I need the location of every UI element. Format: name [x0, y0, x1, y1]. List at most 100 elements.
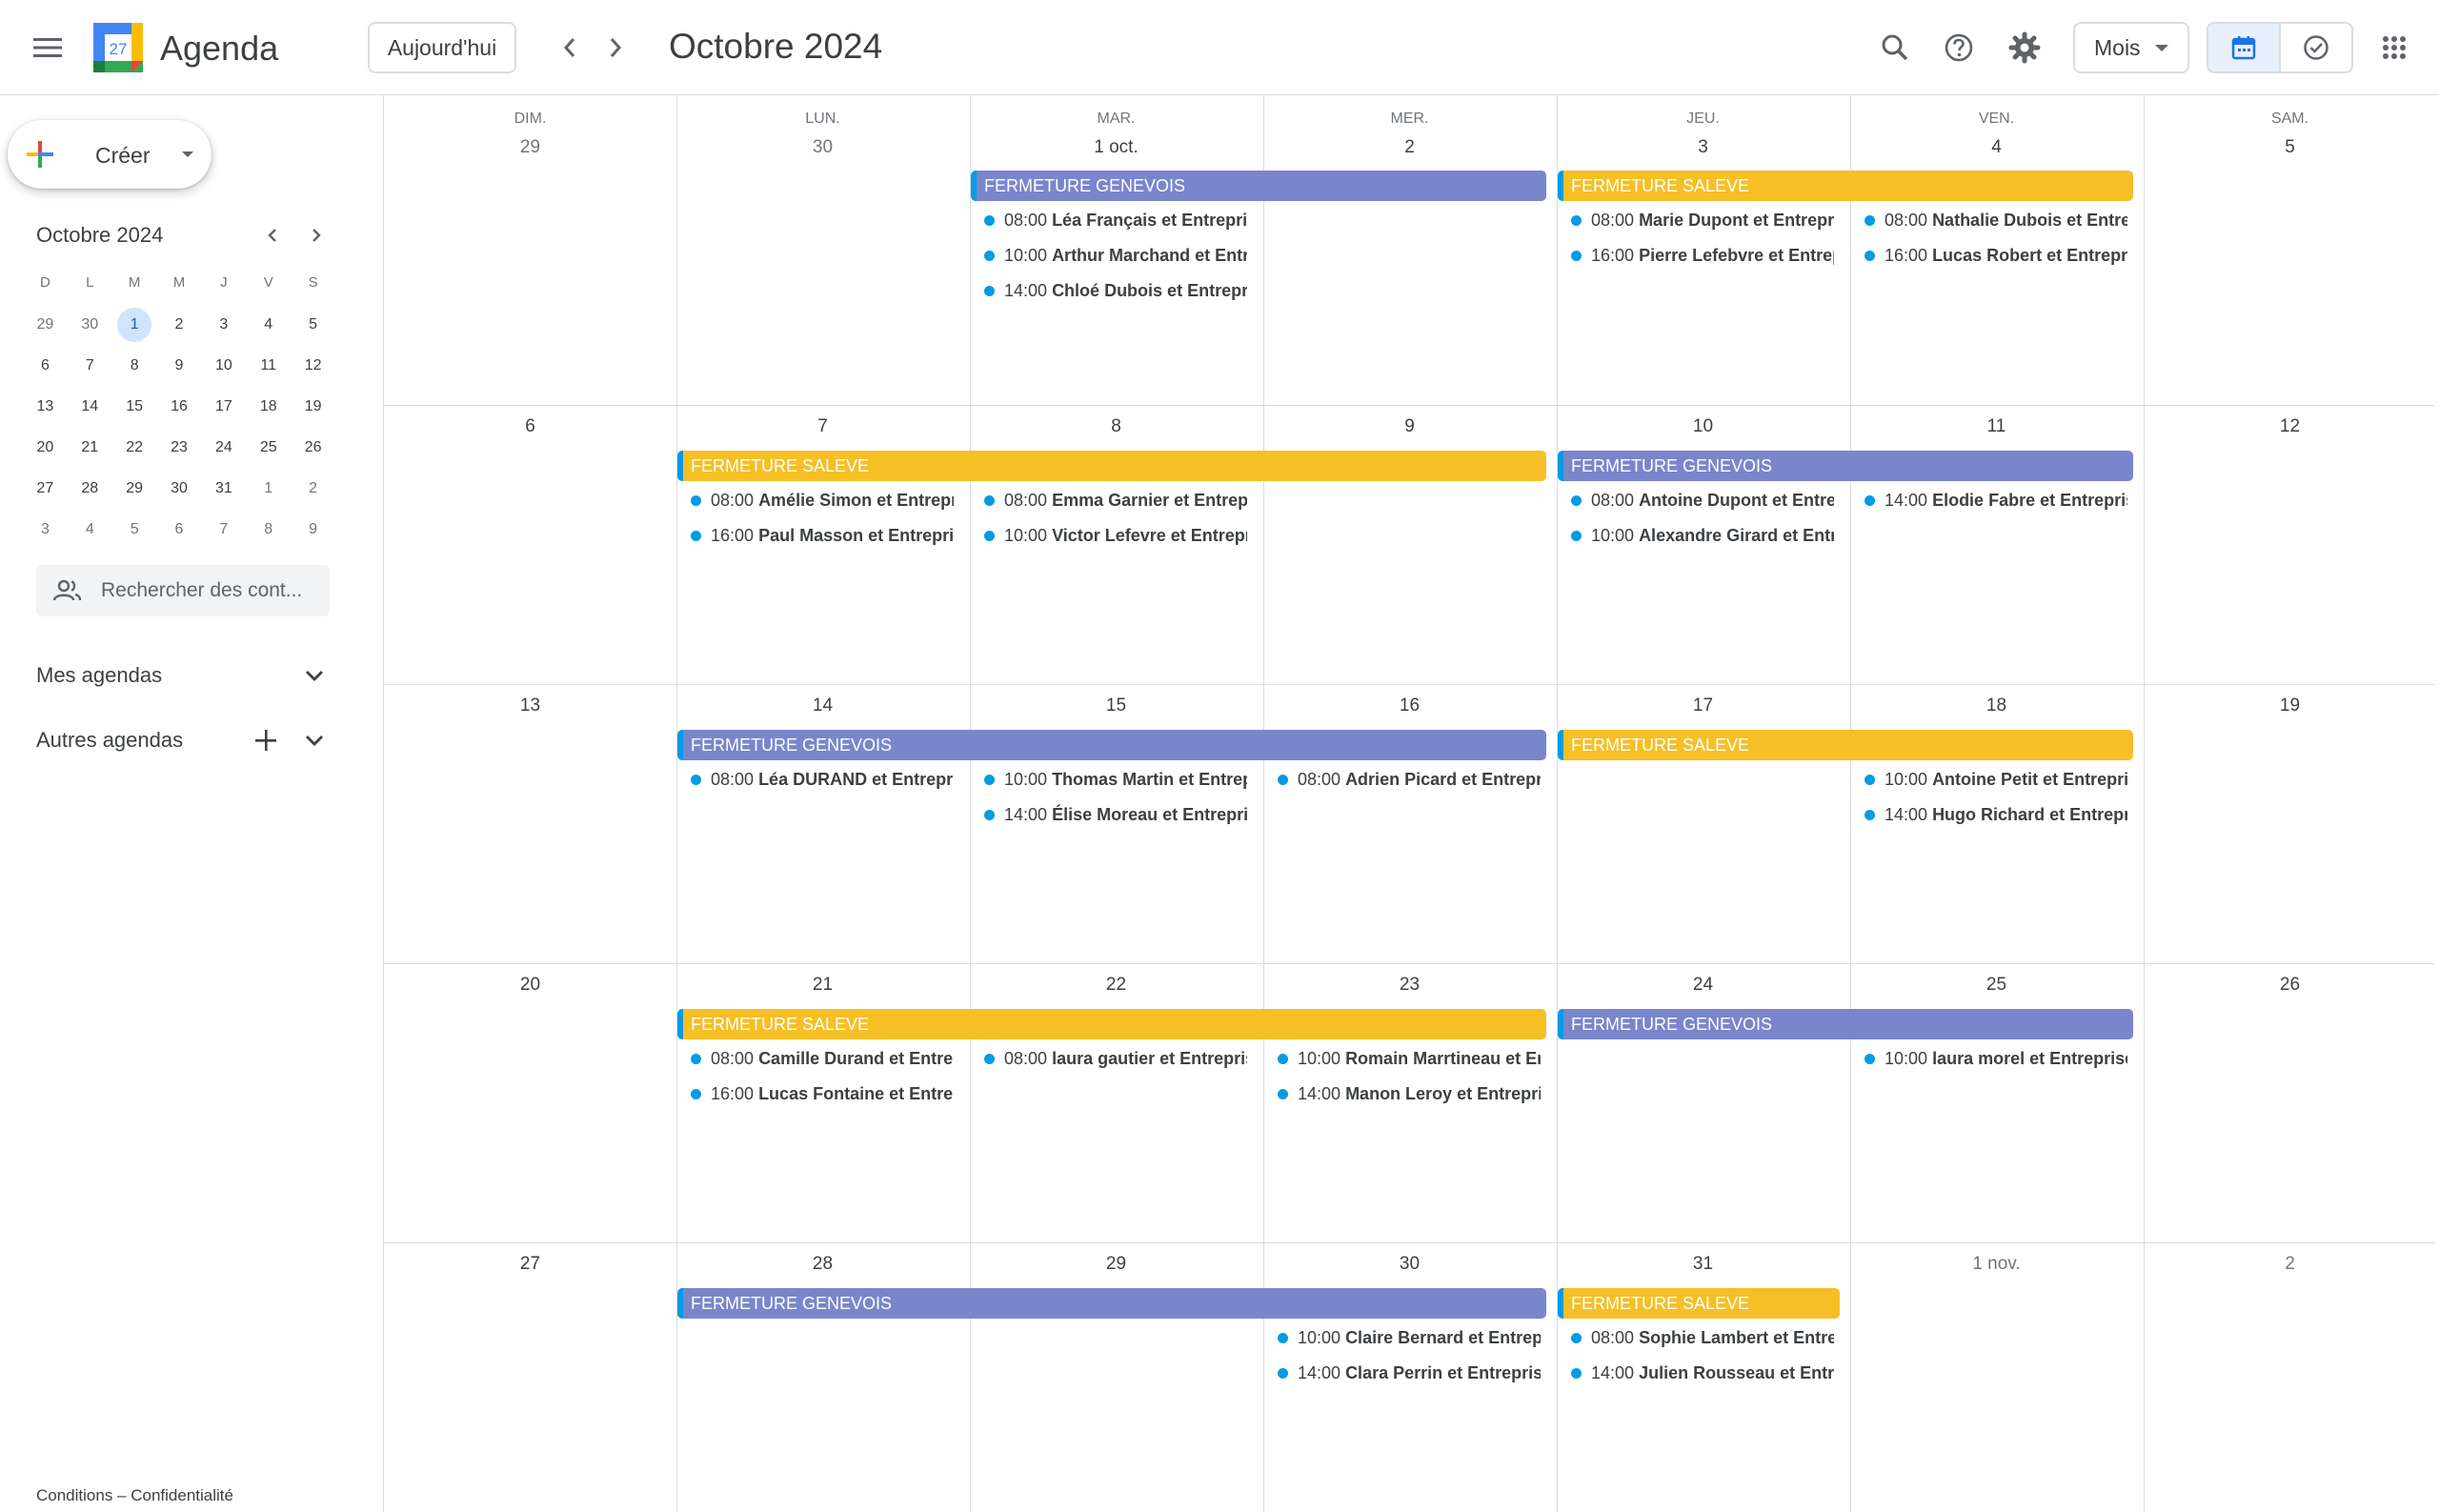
all-day-event-bar[interactable]: FERMETURE SALEVE: [677, 451, 1546, 481]
timed-event[interactable]: 10:00 Thomas Martin et Entreprise: [971, 766, 1247, 793]
other-calendars-expand-button[interactable]: [298, 724, 331, 756]
today-button[interactable]: Aujourd'hui: [368, 22, 516, 73]
previous-month-button[interactable]: [547, 25, 593, 71]
mini-day[interactable]: 18: [246, 386, 291, 427]
mini-day[interactable]: 5: [291, 304, 335, 345]
calendar-logo[interactable]: 27: [93, 23, 143, 72]
mini-day[interactable]: 27: [23, 468, 68, 509]
day-number[interactable]: 13: [384, 696, 676, 716]
mini-day[interactable]: 15: [112, 386, 157, 427]
timed-event[interactable]: 08:00 Sophie Lambert et Entreprise: [1558, 1324, 1834, 1351]
day-number[interactable]: 28: [676, 1254, 969, 1275]
timed-event[interactable]: 14:00 Hugo Richard et Entreprise: [1851, 801, 2127, 828]
other-calendars-header[interactable]: Autres agendas: [36, 728, 183, 753]
day-number[interactable]: 9: [1263, 416, 1556, 437]
day-number[interactable]: 23: [1263, 975, 1556, 996]
mini-day[interactable]: 6: [157, 509, 202, 550]
all-day-event-bar[interactable]: FERMETURE GENEVOIS: [1558, 1009, 2133, 1039]
day-number[interactable]: 1 nov.: [1850, 1254, 2143, 1275]
my-calendars-expand-button[interactable]: [298, 659, 331, 692]
day-number[interactable]: 12: [2144, 416, 2436, 437]
mini-day[interactable]: 4: [68, 509, 112, 550]
mini-day[interactable]: 24: [201, 427, 246, 468]
timed-event[interactable]: 14:00 Elodie Fabre et Entreprise: [1851, 487, 2127, 514]
timed-event[interactable]: 10:00 Antoine Petit et Entreprise: [1851, 766, 2127, 793]
timed-event[interactable]: 16:00 Pierre Lefebvre et Entreprise: [1558, 242, 1834, 269]
timed-event[interactable]: 10:00 Victor Lefevre et Entreprise: [971, 522, 1247, 549]
day-number[interactable]: 30: [1263, 1254, 1556, 1275]
day-number[interactable]: 27: [384, 1254, 676, 1275]
calendar-view-toggle[interactable]: [2208, 24, 2279, 71]
day-number[interactable]: 17: [1557, 696, 1849, 716]
day-number[interactable]: 4: [1850, 137, 2143, 158]
timed-event[interactable]: 08:00 Adrien Picard et Entreprise: [1264, 766, 1541, 793]
mini-day[interactable]: 31: [201, 468, 246, 509]
all-day-event-bar[interactable]: FERMETURE SALEVE: [677, 1009, 1546, 1039]
mini-day[interactable]: 5: [112, 509, 157, 550]
mini-day[interactable]: 30: [68, 304, 112, 345]
day-number[interactable]: 11: [1850, 416, 2143, 437]
day-number[interactable]: 29: [384, 137, 676, 158]
day-number[interactable]: 19: [2144, 696, 2436, 716]
mini-day[interactable]: 26: [291, 427, 335, 468]
day-number[interactable]: 30: [676, 137, 969, 158]
mini-day[interactable]: 19: [291, 386, 335, 427]
mini-day[interactable]: 29: [112, 468, 157, 509]
mini-day[interactable]: 23: [157, 427, 202, 468]
mini-day[interactable]: 3: [23, 509, 68, 550]
all-day-event-bar[interactable]: FERMETURE GENEVOIS: [677, 1288, 1546, 1319]
mini-day[interactable]: 9: [157, 345, 202, 386]
day-number[interactable]: 2: [1263, 137, 1556, 158]
timed-event[interactable]: 16:00 Lucas Fontaine et Entreprise: [677, 1080, 954, 1107]
mini-day[interactable]: 21: [68, 427, 112, 468]
timed-event[interactable]: 10:00 Romain Marrtineau et Entreprise: [1264, 1045, 1541, 1072]
mini-calendar-prev-button[interactable]: [256, 219, 289, 252]
settings-button[interactable]: [1999, 22, 2050, 73]
timed-event[interactable]: 10:00 Claire Bernard et Entreprise: [1264, 1324, 1541, 1351]
day-number[interactable]: 31: [1557, 1254, 1849, 1275]
view-selector[interactable]: Mois: [2073, 22, 2189, 73]
mini-day[interactable]: 17: [201, 386, 246, 427]
all-day-event-bar[interactable]: FERMETURE SALEVE: [1558, 1288, 1840, 1319]
timed-event[interactable]: 10:00 Arthur Marchand et Entreprise: [971, 242, 1247, 269]
day-number[interactable]: 5: [2144, 137, 2436, 158]
timed-event[interactable]: 08:00 Marie Dupont et Entreprise: [1558, 207, 1834, 233]
timed-event[interactable]: 14:00 Clara Perrin et Entreprise: [1264, 1360, 1541, 1386]
timed-event[interactable]: 08:00 Camille Durand et Entreprise: [677, 1045, 954, 1072]
mini-day[interactable]: 30: [157, 468, 202, 509]
timed-event[interactable]: 08:00 Emma Garnier et Entreprise: [971, 487, 1247, 514]
day-number[interactable]: 24: [1557, 975, 1849, 996]
day-number[interactable]: 10: [1557, 416, 1849, 437]
mini-day[interactable]: 1: [112, 304, 157, 345]
mini-day[interactable]: 12: [291, 345, 335, 386]
day-number[interactable]: 8: [970, 416, 1262, 437]
mini-day[interactable]: 16: [157, 386, 202, 427]
mini-day[interactable]: 10: [201, 345, 246, 386]
timed-event[interactable]: 10:00 laura morel et Entreprise: [1851, 1045, 2127, 1072]
timed-event[interactable]: 14:00 Julien Rousseau et Entreprise: [1558, 1360, 1834, 1386]
timed-event[interactable]: 08:00 Léa Français et Entreprise: [971, 207, 1247, 233]
day-number[interactable]: 1 oct.: [970, 137, 1262, 158]
mini-day[interactable]: 28: [68, 468, 112, 509]
day-number[interactable]: 22: [970, 975, 1262, 996]
timed-event[interactable]: 10:00 Alexandre Girard et Entreprise: [1558, 522, 1834, 549]
timed-event[interactable]: 16:00 Paul Masson et Entreprise: [677, 522, 954, 549]
next-month-button[interactable]: [593, 25, 638, 71]
mini-calendar-next-button[interactable]: [300, 219, 333, 252]
day-number[interactable]: 25: [1850, 975, 2143, 996]
all-day-event-bar[interactable]: FERMETURE GENEVOIS: [1558, 451, 2133, 481]
mini-day[interactable]: 13: [23, 386, 68, 427]
timed-event[interactable]: 08:00 Amélie Simon et Entreprise: [677, 487, 954, 514]
all-day-event-bar[interactable]: FERMETURE SALEVE: [1558, 730, 2133, 760]
day-number[interactable]: 2: [2144, 1254, 2436, 1275]
mini-day[interactable]: 14: [68, 386, 112, 427]
main-menu-button[interactable]: [19, 19, 76, 76]
all-day-event-bar[interactable]: FERMETURE GENEVOIS: [971, 171, 1546, 201]
day-number[interactable]: 21: [676, 975, 969, 996]
timed-event[interactable]: 14:00 Chloé Dubois et Entreprise: [971, 277, 1247, 304]
mini-day[interactable]: 6: [23, 345, 68, 386]
all-day-event-bar[interactable]: FERMETURE GENEVOIS: [677, 730, 1546, 760]
my-calendars-header[interactable]: Mes agendas: [36, 663, 162, 688]
day-number[interactable]: 18: [1850, 696, 2143, 716]
mini-day[interactable]: 7: [68, 345, 112, 386]
